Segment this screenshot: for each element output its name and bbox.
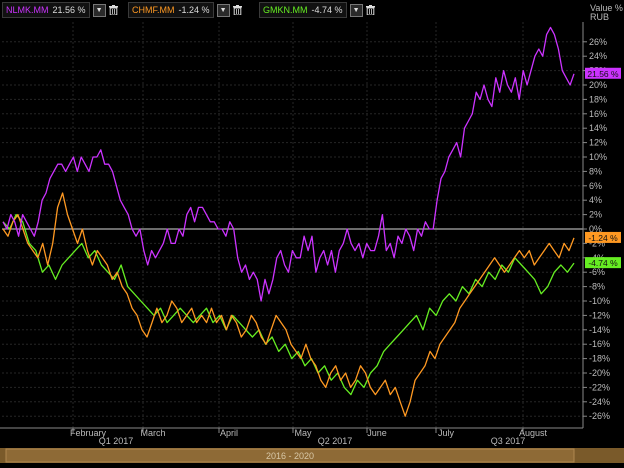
legend-item-nlmk[interactable]: NLMK.MM 21.56 % ▼ bbox=[2, 2, 119, 18]
y-tick-label: -8% bbox=[589, 282, 605, 292]
x-quarter-label: Q1 2017 bbox=[99, 436, 134, 446]
legend-series-value: -1.24 % bbox=[178, 5, 210, 15]
y-tick-label: 6% bbox=[589, 181, 602, 191]
grid bbox=[0, 0, 624, 448]
y-tick-label: -12% bbox=[589, 310, 610, 320]
legend-series-name: GMKN.MM bbox=[263, 5, 308, 15]
x-tick-label: July bbox=[438, 428, 455, 438]
x-tick-label: May bbox=[294, 428, 312, 438]
x-tick-label: April bbox=[220, 428, 238, 438]
y-tick-label: -6% bbox=[589, 267, 605, 277]
chart-area: 26%24%22%20%18%16%14%12%10%8%6%4%2%0%-2%… bbox=[0, 0, 624, 463]
legend-box[interactable]: CHMF.MM -1.24 % bbox=[128, 2, 214, 18]
y-tick-label: 8% bbox=[589, 166, 602, 176]
y-tick-label: 14% bbox=[589, 123, 607, 133]
x-tick-label: March bbox=[140, 428, 165, 438]
x-quarter-label: Q3 2017 bbox=[491, 436, 526, 446]
y-tick-label: -14% bbox=[589, 325, 610, 335]
end-label-text: -1.24 % bbox=[588, 233, 618, 243]
chevron-down-icon[interactable]: ▼ bbox=[349, 3, 363, 17]
legend-box[interactable]: GMKN.MM -4.74 % bbox=[259, 2, 347, 18]
y-tick-label: -18% bbox=[589, 354, 610, 364]
y-tick-label: -20% bbox=[589, 368, 610, 378]
legend-series-value: 21.56 % bbox=[52, 5, 86, 15]
chart-svg: 26%24%22%20%18%16%14%12%10%8%6%4%2%0%-2%… bbox=[0, 0, 624, 463]
end-label-text: -4.74 % bbox=[588, 258, 618, 268]
y-tick-label: 12% bbox=[589, 138, 607, 148]
x-quarter-label: Q2 2017 bbox=[318, 436, 353, 446]
chevron-down-icon[interactable]: ▼ bbox=[92, 3, 106, 17]
y-tick-label: -26% bbox=[589, 411, 610, 421]
end-label-text: 21.56 % bbox=[587, 69, 619, 79]
legend-box[interactable]: NLMK.MM 21.56 % bbox=[2, 2, 90, 18]
plot-background bbox=[0, 0, 624, 448]
legend-series-name: CHMF.MM bbox=[132, 5, 175, 15]
y-tick-label: 4% bbox=[589, 195, 602, 205]
y-tick-label: 20% bbox=[589, 80, 607, 90]
y-tick-label: 16% bbox=[589, 109, 607, 119]
y-tick-label: -22% bbox=[589, 382, 610, 392]
y-tick-label: 26% bbox=[589, 37, 607, 47]
legend-item-gmkn[interactable]: GMKN.MM -4.74 % ▼ bbox=[259, 2, 376, 18]
trash-icon[interactable] bbox=[366, 5, 376, 16]
trash-icon[interactable] bbox=[233, 5, 243, 16]
y-tick-label: 24% bbox=[589, 51, 607, 61]
y-tick-label: 10% bbox=[589, 152, 607, 162]
legend-item-chmf[interactable]: CHMF.MM -1.24 % ▼ bbox=[128, 2, 243, 18]
range-bar-label: 2016 - 2020 bbox=[266, 451, 314, 461]
y-tick-label: 2% bbox=[589, 210, 602, 220]
legend-series-name: NLMK.MM bbox=[6, 5, 49, 15]
chevron-down-icon[interactable]: ▼ bbox=[216, 3, 230, 17]
x-tick-label: June bbox=[367, 428, 387, 438]
y-tick-label: 18% bbox=[589, 94, 607, 104]
legend-series-value: -4.74 % bbox=[311, 5, 343, 15]
y-tick-label: -16% bbox=[589, 339, 610, 349]
y-tick-label: -24% bbox=[589, 397, 610, 407]
y-tick-label: -10% bbox=[589, 296, 610, 306]
trash-icon[interactable] bbox=[109, 5, 119, 16]
y-axis-unit: RUB bbox=[590, 12, 609, 22]
